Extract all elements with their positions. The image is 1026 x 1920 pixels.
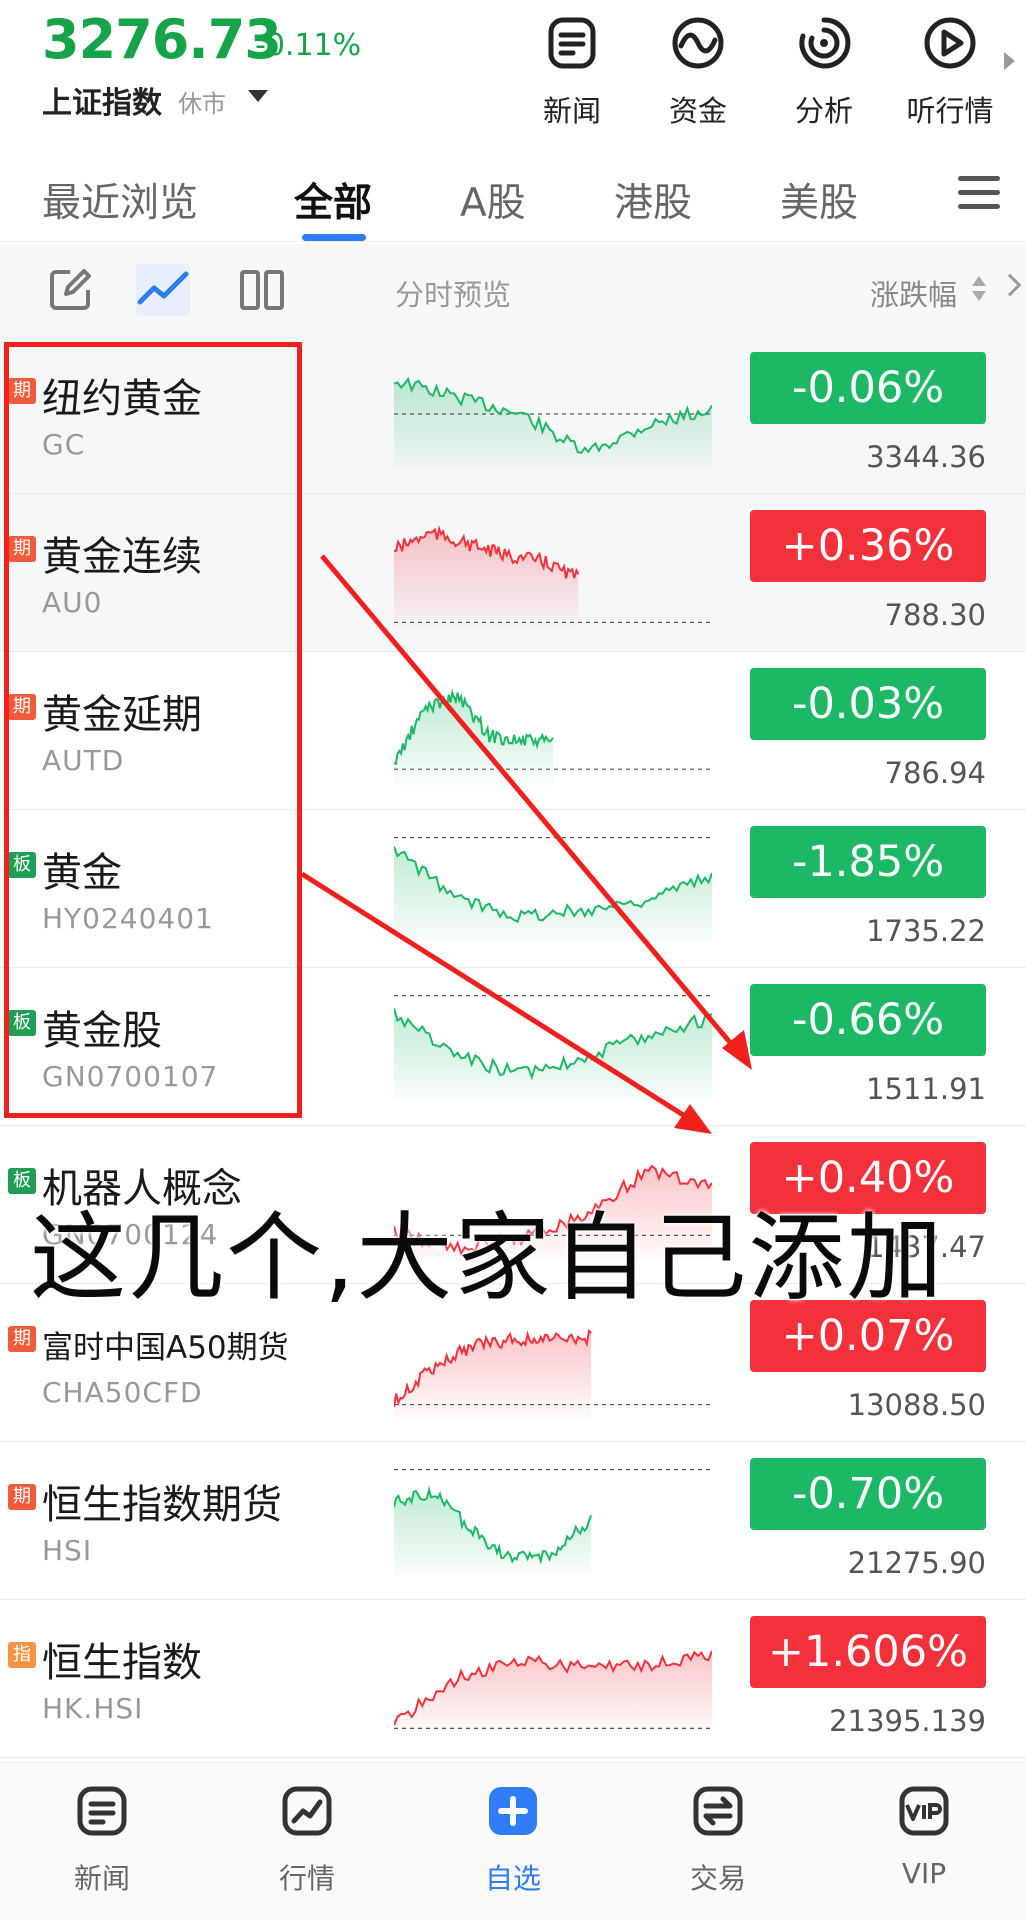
sparkline-area	[394, 379, 712, 470]
tab-recent[interactable]: 最近浏览	[42, 172, 198, 228]
instrument-code: HSI	[42, 1534, 93, 1567]
bottom-navigation: 新闻 行情 自选 交易 VIP	[0, 1762, 1026, 1920]
quote-row[interactable]: 指恒生指数 HK.HSI +1.606% 21395.139	[0, 1600, 1026, 1758]
last-price: 13088.50	[847, 1388, 986, 1422]
index-name[interactable]: 上证指数	[42, 78, 162, 122]
news-icon	[77, 1786, 127, 1836]
header-fund-label: 资金	[668, 94, 727, 128]
sparkline-area	[394, 528, 579, 628]
nav-market-label: 行情	[278, 1862, 335, 1895]
tab-a-shares[interactable]: A股	[460, 172, 526, 228]
nav-watchlist[interactable]: 自选	[443, 1783, 583, 1903]
nav-trade-label: 交易	[689, 1862, 746, 1895]
last-price: 21275.90	[847, 1546, 986, 1580]
header-listen-button[interactable]: 听行情	[900, 14, 1000, 128]
sparkline-area	[394, 1008, 712, 1102]
intraday-sparkline	[394, 1468, 712, 1576]
header-more-icon[interactable]	[1004, 52, 1015, 70]
instrument-name: 恒生指数期货	[42, 1482, 282, 1528]
sparkline-area	[394, 846, 712, 944]
edit-icon[interactable]	[44, 264, 96, 316]
intraday-sparkline	[394, 1329, 712, 1418]
index-dropdown-icon[interactable]	[248, 90, 268, 102]
instrument-type-badge: 指	[8, 1642, 36, 1668]
nav-news[interactable]: 新闻	[32, 1783, 172, 1903]
sort-by-change[interactable]: 涨跌幅	[870, 272, 957, 314]
analysis-icon	[799, 17, 851, 69]
exchange-icon	[693, 1786, 743, 1836]
news-icon	[548, 17, 596, 69]
intraday-sparkline	[394, 376, 712, 470]
change-percent-badge[interactable]: +0.36%	[750, 510, 986, 582]
highlight-box	[4, 342, 302, 1118]
instrument-name: 富时中国A50期货	[42, 1330, 289, 1366]
intraday-sparkline	[394, 524, 712, 628]
nav-market[interactable]: 行情	[237, 1783, 377, 1903]
last-price: 3344.36	[866, 440, 986, 474]
header-fund-button[interactable]: 资金	[648, 14, 748, 128]
instrument-code: CHA50CFD	[42, 1376, 203, 1409]
nav-vip-label: VIP	[901, 1857, 947, 1890]
chevron-right-icon[interactable]	[998, 273, 1022, 297]
sparkline-area	[394, 692, 553, 786]
list-toolbar: 分时预览 涨跌幅	[0, 244, 1026, 336]
intraday-sparkline	[394, 994, 712, 1102]
annotation-caption: 这几个,大家自己添加	[30, 1202, 945, 1314]
last-price: 786.94	[884, 756, 986, 790]
market-icon	[282, 1786, 332, 1836]
sort-down-icon[interactable]	[972, 291, 986, 301]
intraday-sparkline	[394, 836, 712, 944]
intraday-sparkline	[394, 688, 712, 786]
change-percent-badge[interactable]: -0.66%	[750, 984, 986, 1056]
last-price: 21395.139	[829, 1704, 986, 1738]
tab-hk-stocks[interactable]: 港股	[614, 172, 692, 228]
columns-icon[interactable]	[236, 264, 288, 316]
change-percent-badge[interactable]: -0.03%	[750, 668, 986, 740]
active-tab-indicator	[302, 234, 366, 241]
header-news-label: 新闻	[542, 94, 601, 128]
vip-icon	[899, 1786, 949, 1836]
nav-watchlist-label: 自选	[484, 1862, 541, 1895]
tab-us-stocks[interactable]: 美股	[780, 172, 858, 228]
change-percent-badge[interactable]: -0.06%	[750, 352, 986, 424]
add-icon	[489, 1787, 537, 1835]
fund-flow-icon	[672, 17, 724, 69]
change-percent-badge[interactable]: -0.70%	[750, 1458, 986, 1530]
quote-row[interactable]: 期恒生指数期货 HSI -0.70% 21275.90	[0, 1442, 1026, 1600]
header-listen-label: 听行情	[906, 94, 994, 128]
nav-trade[interactable]: 交易	[648, 1783, 788, 1903]
index-value[interactable]: 3276.73	[42, 8, 282, 71]
tab-all[interactable]: 全部	[294, 172, 372, 228]
watchlist-tabs: 最近浏览 全部 A股 港股 美股	[0, 150, 1026, 242]
header-analysis-label: 分析	[794, 94, 853, 128]
nav-news-label: 新闻	[73, 1862, 130, 1895]
sort-up-icon[interactable]	[972, 276, 986, 286]
last-price: 1511.91	[866, 1072, 986, 1106]
instrument-name: 恒生指数	[42, 1640, 202, 1686]
intraday-sparkline	[394, 1650, 712, 1734]
index-change: -0.11%	[255, 28, 362, 63]
header-analysis-button[interactable]: 分析	[774, 14, 874, 128]
menu-icon[interactable]	[958, 176, 1000, 210]
last-price: 788.30	[884, 598, 986, 632]
market-status: 休市	[178, 90, 226, 118]
instrument-type-badge: 期	[8, 1326, 36, 1352]
change-percent-badge[interactable]: +1.606%	[750, 1616, 986, 1688]
instrument-type-badge: 期	[8, 1484, 36, 1510]
header-news-button[interactable]: 新闻	[522, 14, 622, 128]
play-icon	[924, 17, 976, 69]
sparkline-area	[394, 1489, 592, 1576]
instrument-code: HK.HSI	[42, 1692, 144, 1725]
change-percent-badge[interactable]: -1.85%	[750, 826, 986, 898]
preview-label: 分时预览	[395, 278, 512, 312]
trend-line-icon[interactable]	[136, 264, 190, 316]
index-header: 3276.73 -0.11% 上证指数 休市 新闻 资金 分析 听行情	[0, 0, 1026, 140]
last-price: 1735.22	[866, 914, 986, 948]
nav-vip[interactable]: VIP	[854, 1783, 994, 1903]
